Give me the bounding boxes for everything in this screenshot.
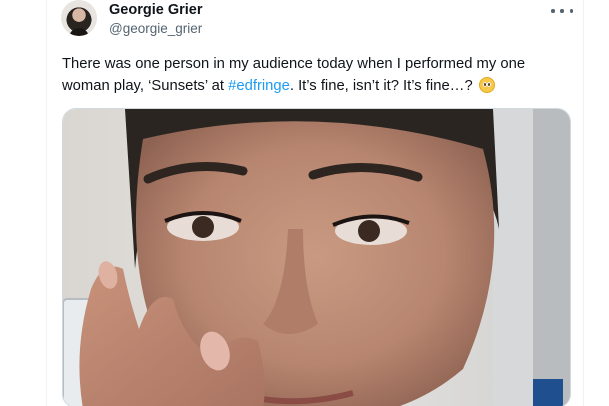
tweet-text: There was one person in my audience toda… bbox=[62, 53, 567, 97]
left-iris bbox=[192, 216, 214, 238]
hashtag-link[interactable]: #edfringe bbox=[228, 78, 290, 94]
more-dot bbox=[551, 9, 555, 13]
pleading-face-emoji-icon bbox=[478, 77, 495, 93]
more-dot bbox=[560, 9, 564, 13]
tweet-media-photo[interactable] bbox=[62, 108, 571, 406]
author-handle[interactable]: @georgie_grier bbox=[109, 20, 202, 38]
tweet-text-part-2: . It’s fine, isn’t it? It’s fine…? bbox=[289, 78, 477, 94]
author-display-name[interactable]: Georgie Grier bbox=[109, 1, 202, 19]
doorframe bbox=[533, 109, 570, 406]
right-iris bbox=[358, 220, 380, 242]
wall-panel bbox=[493, 109, 533, 406]
photo-illustration bbox=[63, 109, 570, 406]
blue-object bbox=[533, 379, 563, 406]
tweet-header: Georgie Grier @georgie_grier bbox=[61, 0, 573, 44]
avatar[interactable] bbox=[61, 0, 97, 36]
tweet-card[interactable]: Georgie Grier @georgie_grier There was o… bbox=[46, 0, 584, 406]
author-block[interactable]: Georgie Grier @georgie_grier bbox=[109, 1, 202, 38]
more-dot bbox=[569, 9, 573, 13]
more-icon[interactable] bbox=[551, 4, 573, 18]
